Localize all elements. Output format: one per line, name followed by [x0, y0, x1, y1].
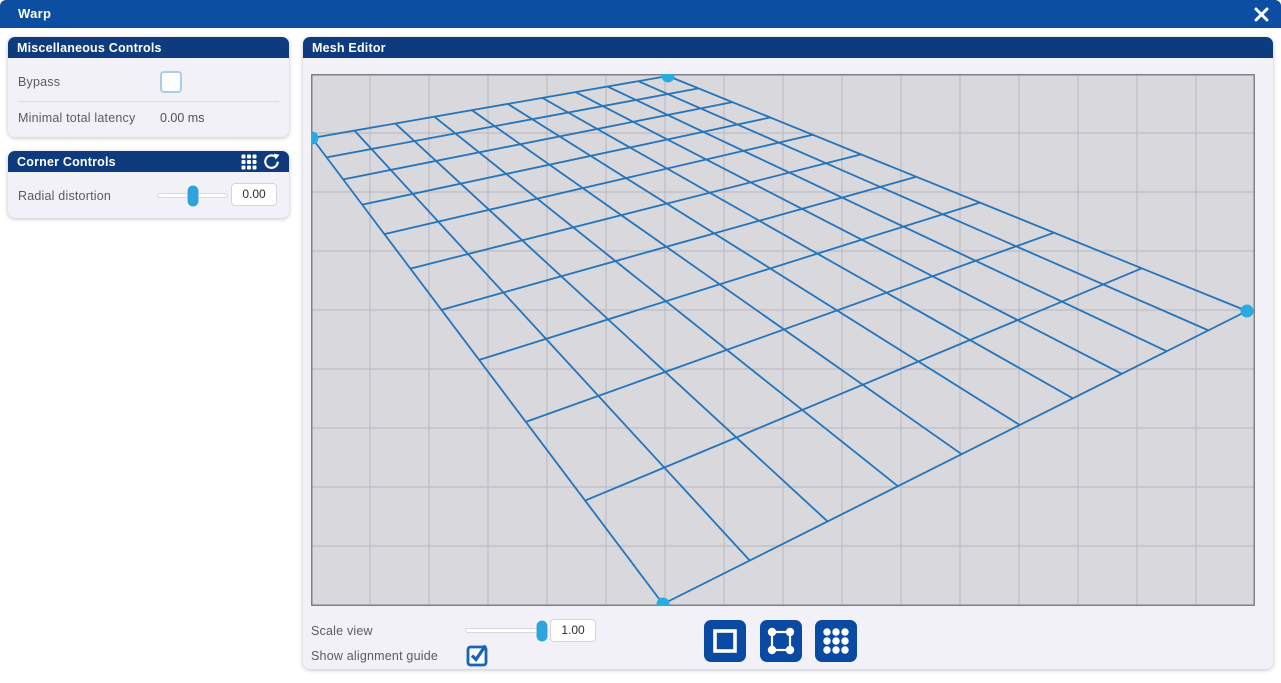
bypass-checkbox[interactable] [160, 71, 182, 93]
alignment-guide-checkbox[interactable] [465, 641, 491, 667]
alignment-guide-label: Show alignment guide [311, 649, 438, 663]
corner-controls-header: Corner Controls [8, 151, 289, 172]
corner-points-icon [760, 620, 802, 662]
radial-distortion-slider-thumb[interactable] [187, 185, 198, 206]
latency-label: Minimal total latency [18, 111, 135, 125]
latency-value: 0.00 ms [160, 111, 204, 125]
border-rectangle-button[interactable] [704, 620, 746, 662]
mesh-editor-panel: Mesh Editor Scale view 1.00 Show alignme… [303, 37, 1273, 669]
mesh-points-icon [815, 620, 857, 662]
miscellaneous-controls-title: Miscellaneous Controls [17, 41, 162, 55]
mesh-editor-canvas[interactable] [311, 74, 1255, 606]
border-rectangle-icon [704, 620, 746, 662]
radial-distortion-label: Radial distortion [18, 189, 111, 203]
radial-distortion-slider[interactable] [157, 193, 228, 198]
window-titlebar: Warp [0, 0, 1281, 28]
reset-button[interactable] [263, 153, 280, 170]
miscellaneous-controls-header: Miscellaneous Controls [8, 37, 289, 58]
grid-points-icon [241, 154, 257, 170]
close-button[interactable] [1251, 4, 1272, 25]
mesh-editor-title: Mesh Editor [312, 41, 386, 55]
corner-controls-title: Corner Controls [17, 155, 116, 169]
row-divider [18, 101, 279, 102]
close-icon [1254, 7, 1269, 22]
bypass-label: Bypass [18, 75, 60, 89]
window-title: Warp [18, 0, 51, 28]
corner-points-button[interactable] [760, 620, 802, 662]
grid-points-button[interactable] [240, 153, 257, 170]
mesh-editor-header: Mesh Editor [303, 37, 1273, 58]
scale-view-slider-thumb[interactable] [537, 620, 548, 641]
scale-view-value[interactable]: 1.00 [550, 619, 596, 642]
scale-view-label: Scale view [311, 624, 373, 638]
corner-controls-panel: Corner Controls Radial distortion 0.00 [8, 151, 289, 218]
radial-distortion-value[interactable]: 0.00 [231, 183, 277, 206]
mesh-points-button[interactable] [815, 620, 857, 662]
miscellaneous-controls-panel: Miscellaneous Controls Bypass Minimal to… [8, 37, 289, 137]
reset-icon [263, 153, 280, 170]
scale-view-slider[interactable] [465, 628, 543, 633]
